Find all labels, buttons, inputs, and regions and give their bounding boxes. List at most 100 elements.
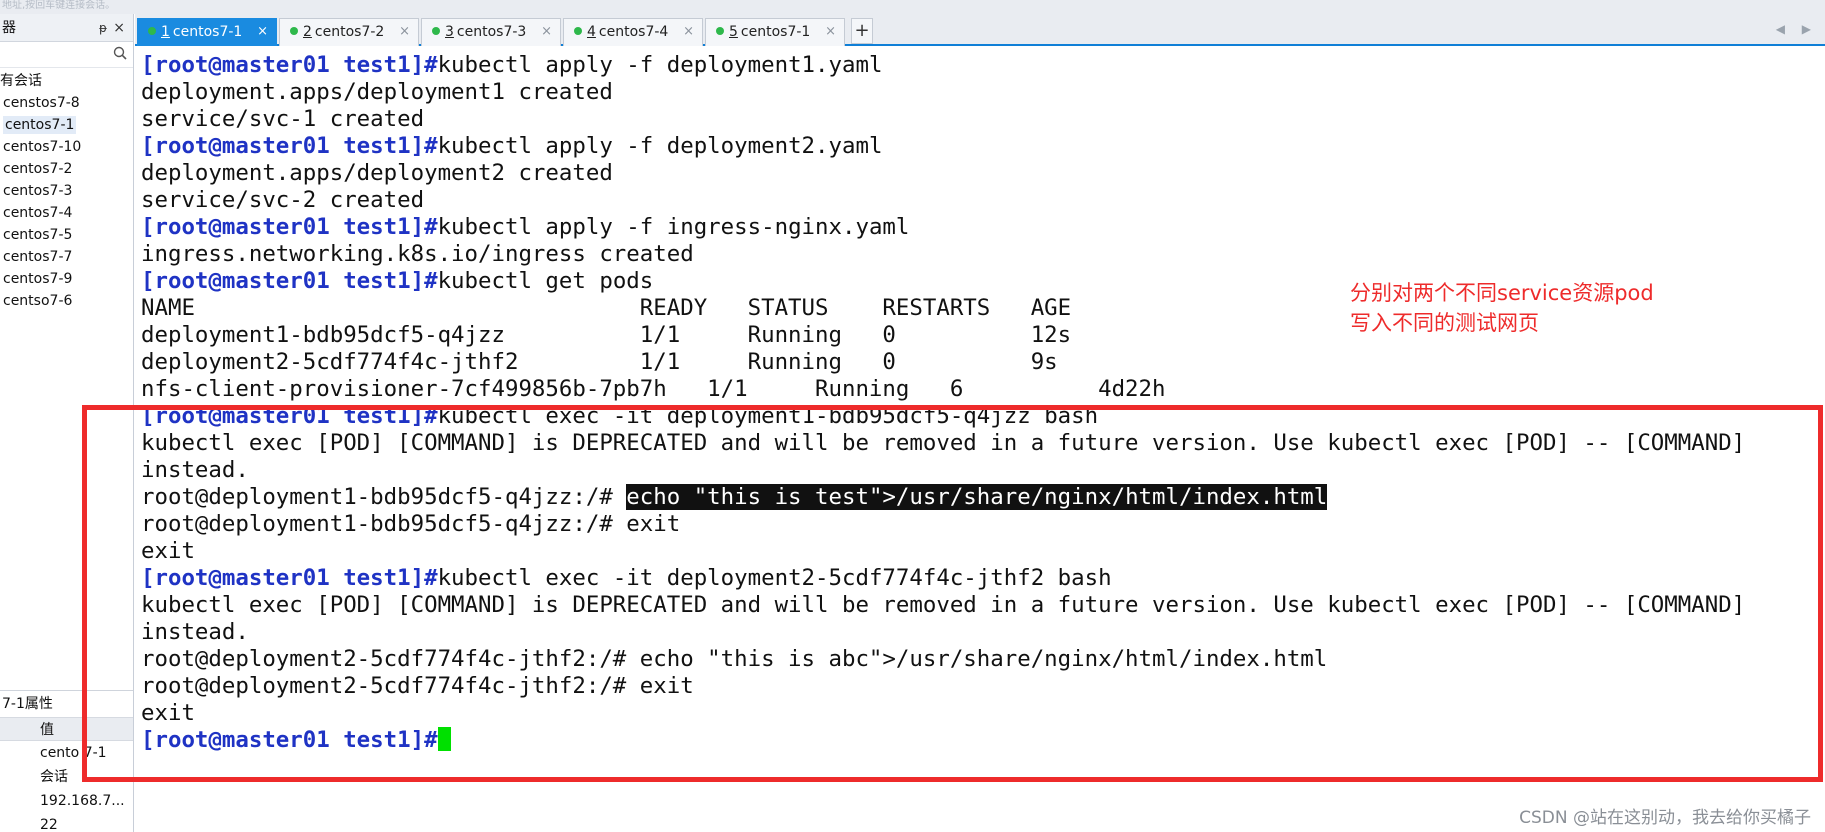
property-value: 192.168.7... [40,793,125,809]
watermark: CSDN @站在这别动，我去给你买橘子 [1519,808,1811,828]
properties-panel: 7-1属性 值 cento 7-1 会话 192.168.7... 22 [0,690,133,832]
session-item[interactable]: centos7-1 [0,114,133,136]
session-item[interactable]: centos7-3 [0,180,133,202]
properties-rows: cento 7-1 会话 192.168.7... 22 [0,741,133,832]
container-prompt: root@deployment1-bdb95dcf5-q4jzz:/# [141,484,627,510]
properties-title: 7-1属性 [2,696,53,712]
terminal-line: [root@master01 test1]#kubectl apply -f d… [141,133,882,160]
terminal-line: exit [141,538,195,564]
tab-scroll-left-icon[interactable]: ◀ [1776,22,1785,36]
terminal-line: service/svc-2 created [141,187,425,213]
session-item-label: centos7-10 [3,139,82,155]
session-item[interactable]: centos7-4 [0,202,133,224]
shell-prompt: [root@master01 test1]# [141,52,438,78]
session-list: censtos7-8 centos7-1 centos7-10 centos7-2 ce… [0,92,133,312]
terminal-line: service/svc-1 created [141,106,425,132]
session-item-label: centos7-4 [3,205,73,221]
tab-label: centos7-1 [172,24,243,40]
session-tab[interactable]: 5 centos7-1 × [705,18,845,46]
annotation-note: 分别对两个不同service资源pod 写入不同的测试网页 [1350,278,1654,338]
terminal-line: root@deployment2-5cdf774f4c-jthf2:/# ech… [141,646,1328,672]
terminal-line: deployment.apps/deployment2 created [141,160,613,186]
pin-icon[interactable]: ᵽ [99,14,107,42]
sidebar-header: 器 ᵽ × [0,14,133,42]
tab-label: centos7-2 [314,24,385,40]
terminal-line: instead. [141,457,249,483]
connected-status-icon [574,27,582,35]
connected-status-icon [716,27,724,35]
tab-bar: 1 centos7-1 × 2 centos7-2 × 3 centos7-3 × 4 centos… [135,14,1825,46]
session-tree-root[interactable]: 有会话 [0,70,133,92]
new-tab-button[interactable]: + [851,18,873,44]
terminal-line: deployment.apps/deployment1 created [141,79,613,105]
terminal-cursor [437,726,451,751]
connected-status-icon [290,27,298,35]
session-item[interactable]: censtos7-8 [0,92,133,114]
tab-label: centos7-3 [456,24,527,40]
command-text: kubectl exec -it deployment2-5cdf774f4c-… [437,565,1112,591]
session-sidebar: 器 ᵽ × 有会话 censtos7-8 centos7-1 centos7-10 c… [0,14,134,832]
properties-value-header: 值 [0,717,133,741]
tab-number: 1 [161,24,170,40]
close-tab-icon[interactable]: × [683,19,694,45]
terminal-line: root@deployment1-bdb95dcf5-q4jzz:/# exit [141,511,681,537]
tab-scroll-right-icon[interactable]: ▶ [1802,22,1811,36]
session-item-label: centso7-6 [3,293,73,309]
session-item[interactable]: centos7-10 [0,136,133,158]
terminal-line: root@deployment2-5cdf774f4c-jthf2:/# exi… [141,673,694,699]
command-text: kubectl apply -f deployment1.yaml [437,52,883,78]
command-text: kubectl get pods [437,268,654,294]
close-tab-icon[interactable]: × [541,19,552,45]
session-tab[interactable]: 2 centos7-2 × [279,18,419,46]
terminal-line: instead. [141,619,249,645]
property-value: cento 7-1 [40,745,107,761]
session-item[interactable]: centso7-6 [0,290,133,312]
session-item-label: centos7-5 [3,227,73,243]
shell-prompt: [root@master01 test1]# [141,403,438,429]
session-item-label: censtos7-8 [3,95,80,111]
top-hint-bar: 地址,按回车键连接会话。 [0,0,1825,14]
command-text: kubectl apply -f deployment2.yaml [437,133,883,159]
terminal-line: ingress.networking.k8s.io/ingress create… [141,241,694,267]
session-item-label: centos7-1 [3,116,77,134]
session-tab[interactable]: 4 centos7-4 × [563,18,703,46]
pods-table-row: deployment2-5cdf774f4c-jthf2 1/1 Running… [141,349,1058,375]
annotation-note-line: 写入不同的测试网页 [1350,311,1539,335]
search-icon[interactable] [113,46,127,60]
annotation-note-line: 分别对两个不同service资源pod [1350,281,1654,305]
session-item[interactable]: centos7-2 [0,158,133,180]
session-item[interactable]: centos7-9 [0,268,133,290]
close-tab-icon[interactable]: × [257,19,268,45]
close-icon[interactable]: × [113,14,125,42]
terminal-line: kubectl exec [POD] [COMMAND] is DEPRECAT… [141,592,1746,618]
terminal-line: exit [141,700,195,726]
session-item-label: centos7-9 [3,271,73,287]
tab-label: centos7-4 [598,24,669,40]
session-item-label: centos7-7 [3,249,73,265]
tab-number: 5 [729,24,738,40]
property-value: 22 [40,817,58,832]
sidebar-title: 器 [2,20,16,36]
session-item[interactable]: centos7-7 [0,246,133,268]
shell-prompt: [root@master01 test1]# [141,268,438,294]
close-tab-icon[interactable]: × [825,19,836,45]
session-search[interactable] [0,42,133,68]
pods-table-header: NAME READY STATUS RESTARTS AGE [141,295,1072,321]
tab-number: 4 [587,24,596,40]
terminal-line: [root@master01 test1]#kubectl exec -it d… [141,403,1098,430]
terminal-line: kubectl exec [POD] [COMMAND] is DEPRECAT… [141,430,1746,456]
session-item-label: centos7-3 [3,183,73,199]
highlighted-command: echo "this is test">/usr/share/nginx/htm… [626,484,1328,510]
command-text: kubectl exec -it deployment1-bdb95dcf5-q… [437,403,1099,429]
shell-prompt: [root@master01 test1]# [141,214,438,240]
session-tab[interactable]: 1 centos7-1 × [137,18,277,46]
session-item-label: centos7-2 [3,161,73,177]
terminal-output[interactable]: [root@master01 test1]#kubectl apply -f d… [135,48,1825,832]
session-item[interactable]: centos7-5 [0,224,133,246]
shell-prompt: [root@master01 test1]# [141,133,438,159]
connected-status-icon [432,27,440,35]
session-tab[interactable]: 3 centos7-3 × [421,18,561,46]
close-tab-icon[interactable]: × [399,19,410,45]
terminal-line: root@deployment1-bdb95dcf5-q4jzz:/# echo… [141,484,1328,511]
property-value: 会话 [40,769,68,785]
